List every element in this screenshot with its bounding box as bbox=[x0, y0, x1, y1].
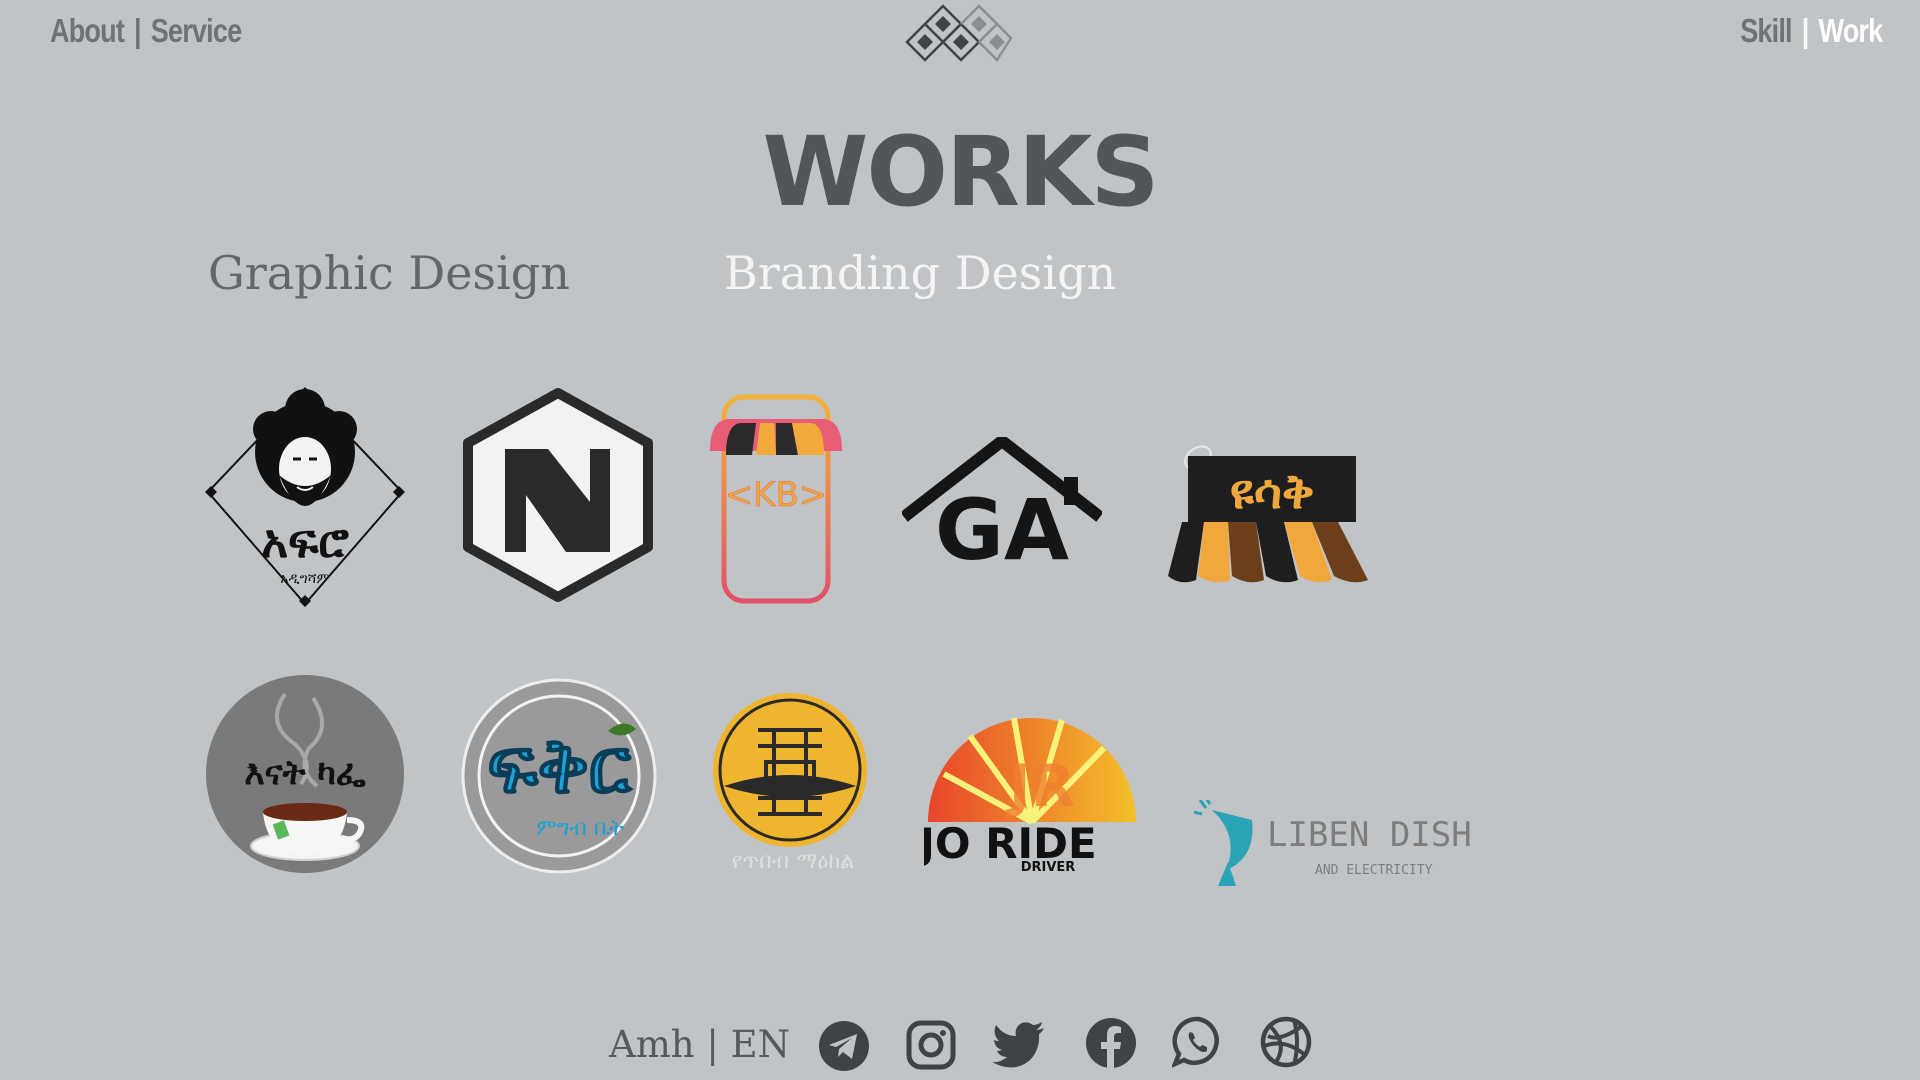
art-center-logo[interactable]: የጥበብ ማዕከል bbox=[708, 686, 878, 876]
afro-logo[interactable]: አፍሮ አዲግሻም bbox=[205, 387, 405, 607]
jo-ride-subtitle: DRIVER bbox=[1021, 860, 1076, 874]
kb-shop-logo[interactable]: <KB> bbox=[706, 393, 846, 605]
nav-work-link[interactable]: Work bbox=[1818, 12, 1883, 49]
yosak-logo[interactable]: ዩሳቅ bbox=[1156, 440, 1388, 588]
lang-separator: | bbox=[706, 1023, 719, 1066]
telegram-icon[interactable] bbox=[818, 1020, 870, 1072]
enat-cafe-wordmark: እናት ካፌ bbox=[244, 753, 365, 793]
n-hexagon-logo[interactable] bbox=[460, 387, 656, 603]
nav-separator: | bbox=[134, 12, 142, 49]
lang-amharic-link[interactable]: Amh bbox=[609, 1023, 695, 1066]
dribbble-icon[interactable] bbox=[1260, 1016, 1312, 1068]
liben-wordmark: LIBEN DISH bbox=[1267, 815, 1472, 855]
facebook-icon[interactable] bbox=[1086, 1018, 1136, 1068]
nav-right: Skill | Work bbox=[1740, 12, 1883, 50]
liben-dish-logo[interactable]: LIBEN DISH AND ELECTRICITY bbox=[1192, 800, 1502, 890]
afro-subtitle: አዲግሻም bbox=[280, 571, 329, 587]
twitter-icon[interactable] bbox=[992, 1022, 1046, 1068]
art-center-caption: የጥበብ ማዕከል bbox=[732, 849, 855, 874]
fikir-wordmark: ፍቅር bbox=[487, 721, 632, 810]
whatsapp-icon[interactable] bbox=[1172, 1016, 1224, 1068]
tab-graphic-design[interactable]: Graphic Design bbox=[208, 246, 570, 300]
n-letter-icon bbox=[505, 449, 610, 552]
jr-monogram: JR bbox=[1005, 752, 1075, 820]
site-logo[interactable] bbox=[903, 4, 1015, 62]
enat-cafe-logo[interactable]: እናት ካፌ bbox=[205, 674, 405, 874]
fikir-subtitle: ምግብ ቤት bbox=[536, 816, 624, 841]
liben-subtitle: AND ELECTRICITY bbox=[1315, 863, 1433, 878]
instagram-icon[interactable] bbox=[906, 1020, 956, 1070]
tab-branding-design[interactable]: Branding Design bbox=[724, 246, 1116, 300]
ga-wordmark: GA bbox=[935, 481, 1069, 567]
jo-ride-logo[interactable]: JR JO RIDE DRIVER bbox=[924, 714, 1140, 874]
nav-left: About | Service bbox=[50, 12, 242, 50]
language-switcher: Amh | EN bbox=[609, 1023, 790, 1066]
fikir-restaurant-logo[interactable]: ፍቅር ምግብ ቤት bbox=[460, 677, 658, 875]
yosak-wordmark: ዩሳቅ bbox=[1230, 464, 1314, 520]
ga-house-logo[interactable]: GA bbox=[902, 437, 1102, 567]
kb-wordmark: <KB> bbox=[725, 475, 828, 515]
nav-skill-link[interactable]: Skill bbox=[1740, 12, 1792, 49]
nav-separator: | bbox=[1801, 12, 1809, 49]
nav-service-link[interactable]: Service bbox=[151, 12, 242, 49]
satellite-dish-icon bbox=[1193, 800, 1253, 886]
page-title: WORKS bbox=[762, 116, 1160, 228]
nav-about-link[interactable]: About bbox=[50, 12, 125, 49]
lang-english-link[interactable]: EN bbox=[731, 1023, 790, 1066]
afro-wordmark: አፍሮ bbox=[261, 514, 349, 568]
